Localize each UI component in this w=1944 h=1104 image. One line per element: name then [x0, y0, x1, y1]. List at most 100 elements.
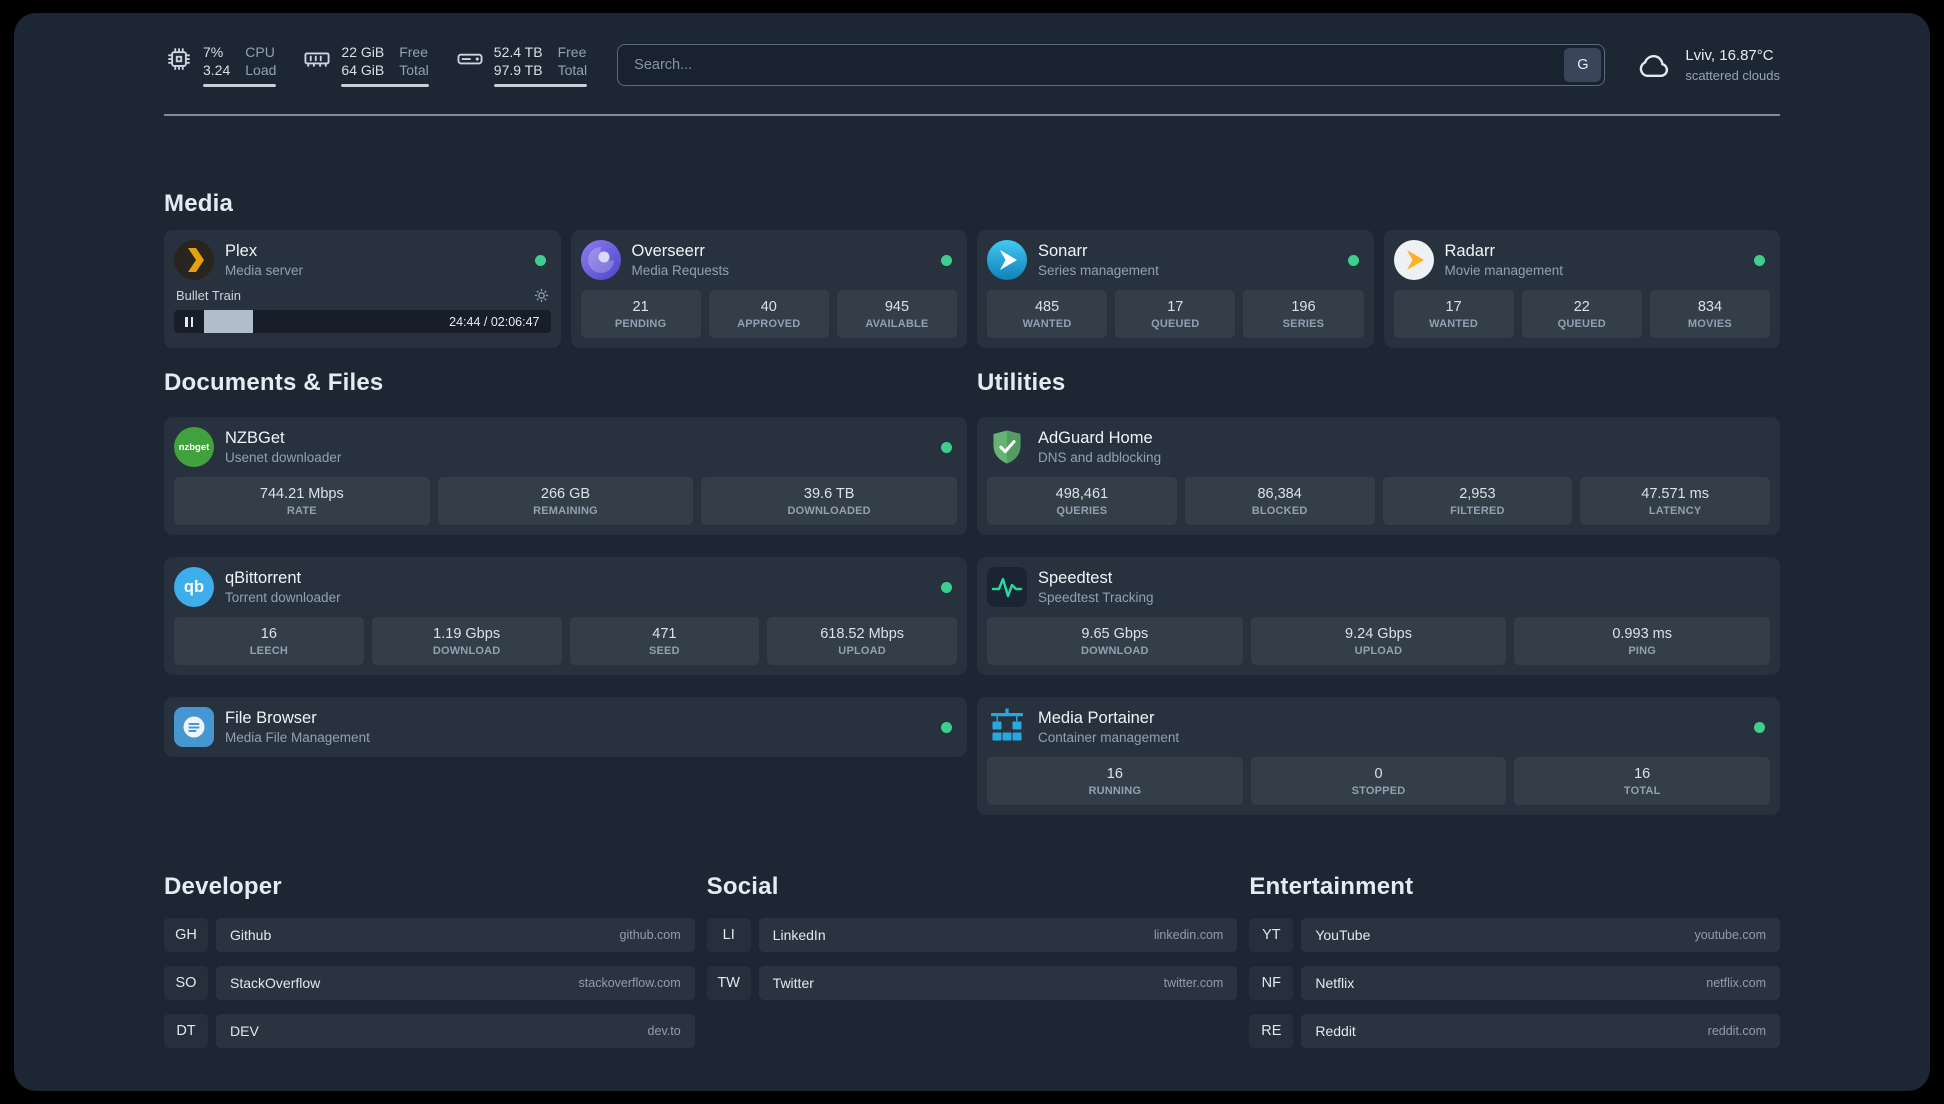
service-name: Radarr — [1444, 242, 1495, 261]
stat-label: LEECH — [249, 645, 289, 658]
bookmark-linkedin[interactable]: LI LinkedIn linkedin.com — [706, 918, 1238, 953]
section-title-social: Social — [706, 873, 779, 901]
nzbget-icon-text: nzbget — [178, 441, 210, 453]
playback-progress-bar[interactable]: 24:44 / 02:06:47 — [174, 310, 551, 334]
stat-label: PING — [1628, 645, 1657, 658]
disk-total-label: Total — [557, 62, 588, 79]
service-name: Media Portainer — [1038, 709, 1155, 728]
stat-label: WANTED — [1429, 318, 1479, 331]
search-input[interactable] — [621, 48, 1565, 83]
bookmark-domain: youtube.com — [1694, 928, 1767, 943]
cpu-load-label: Load — [245, 62, 277, 79]
service-link-plex[interactable]: Plex Media server — [174, 240, 551, 281]
stat-value: 9.65 Gbps — [1081, 626, 1149, 643]
service-link-qbittorrent[interactable]: qb qBittorrent Torrent downloader — [174, 567, 957, 608]
service-desc: Media server — [225, 262, 304, 278]
stat-label: LATENCY — [1648, 505, 1702, 518]
bookmark-name: YouTube — [1315, 927, 1371, 944]
bookmark-name: Netflix — [1315, 975, 1355, 992]
section-documents: Documents & Files nzbget NZBGet Usenet d… — [164, 369, 967, 815]
bookmark-netflix[interactable]: NF Netflix netflix.com — [1249, 966, 1781, 1001]
stat-label: UPLOAD — [1354, 645, 1403, 658]
cpu-percent: 7% — [203, 44, 224, 60]
bookmark-dev[interactable]: DT DEV dev.to — [164, 1014, 695, 1049]
disk-readout: 52.4 TB 97.9 TB Free Total — [493, 43, 588, 88]
status-dot — [941, 441, 952, 453]
bookmark-reddit[interactable]: RE Reddit reddit.com — [1249, 1014, 1781, 1049]
stat-block: 1.19 Gbps DOWNLOAD — [371, 617, 562, 666]
search-bar[interactable]: G — [617, 44, 1606, 87]
bookmark-abbr: RE — [1249, 1014, 1294, 1049]
bookmark-group-social: Social LI LinkedIn linkedin.com TW Twitt… — [706, 873, 1238, 1048]
stat-value: 40 — [760, 299, 777, 316]
cpu-icon — [164, 44, 194, 74]
bookmark-github[interactable]: GH Github github.com — [164, 918, 695, 953]
bookmark-abbr: SO — [164, 966, 208, 1001]
memory-free-label: Free — [399, 44, 429, 60]
stat-label: DOWNLOADED — [787, 505, 871, 518]
section-title-media: Media — [164, 190, 234, 218]
service-card-sonarr: Sonarr Series management 485 WANTED 17 Q… — [977, 230, 1374, 349]
stat-label: BLOCKED — [1251, 505, 1308, 518]
service-link-sonarr[interactable]: Sonarr Series management — [987, 240, 1364, 281]
bookmark-name: Github — [230, 927, 272, 944]
service-link-portainer[interactable]: Media Portainer Container management — [987, 707, 1770, 747]
stat-block: 39.6 TB DOWNLOADED — [701, 477, 958, 526]
bookmark-domain: stackoverflow.com — [578, 976, 681, 991]
bookmark-twitter[interactable]: TW Twitter twitter.com — [706, 966, 1238, 1001]
gear-icon[interactable] — [534, 288, 549, 303]
bookmark-name: Reddit — [1315, 1023, 1356, 1040]
section-title-utilities: Utilities — [977, 369, 1066, 397]
stat-value: 9.24 Gbps — [1345, 626, 1412, 643]
disk-total-value: 97.9 TB — [493, 62, 543, 79]
disk-free-value: 52.4 TB — [493, 44, 543, 60]
stat-block: 266 GB REMAINING — [437, 477, 694, 526]
service-name: AdGuard Home — [1038, 429, 1153, 448]
stat-label: QUEUED — [1557, 318, 1606, 331]
section-title-documents: Documents & Files — [164, 369, 384, 397]
search-provider-button[interactable]: G — [1564, 48, 1602, 83]
service-desc: Speedtest Tracking — [1038, 589, 1154, 605]
overseerr-icon — [580, 240, 621, 281]
service-desc: Media Requests — [631, 262, 730, 278]
bookmark-domain: linkedin.com — [1153, 928, 1224, 943]
now-playing-title: Bullet Train — [176, 288, 242, 304]
service-name: Overseerr — [631, 242, 705, 261]
service-link-adguard[interactable]: AdGuard Home DNS and adblocking — [987, 427, 1770, 467]
service-link-filebrowser[interactable]: File Browser Media File Management — [174, 707, 957, 748]
pause-icon[interactable] — [174, 316, 204, 327]
service-desc: Container management — [1038, 729, 1180, 745]
stat-block: 9.65 Gbps DOWNLOAD — [987, 617, 1243, 666]
stat-value: 498,461 — [1055, 486, 1109, 503]
cpu-readout: 7% 3.24 CPU Load — [203, 43, 277, 88]
stat-block: 618.52 Mbps UPLOAD — [767, 617, 957, 666]
service-desc: DNS and adblocking — [1038, 449, 1162, 465]
service-link-speedtest[interactable]: Speedtest Speedtest Tracking — [987, 567, 1770, 608]
cpu-label: CPU — [245, 44, 275, 60]
service-link-radarr[interactable]: Radarr Movie management — [1393, 240, 1771, 281]
adguard-icon — [987, 427, 1027, 467]
bookmark-stackoverflow[interactable]: SO StackOverflow stackoverflow.com — [164, 966, 695, 1001]
stat-value: 16 — [1634, 766, 1651, 783]
plex-now-playing: Bullet Train 24:44 / 02:06:47 — [174, 288, 551, 334]
stat-block: 16 LEECH — [174, 617, 364, 666]
bookmark-name: StackOverflow — [230, 975, 321, 992]
stat-value: 485 — [1034, 299, 1060, 316]
stat-value: 16 — [260, 626, 277, 643]
disk-icon — [455, 44, 485, 74]
stat-value: 16 — [1106, 766, 1123, 783]
service-card-radarr: Radarr Movie management 17 WANTED 22 QUE… — [1383, 230, 1780, 349]
bookmark-youtube[interactable]: YT YouTube youtube.com — [1249, 918, 1781, 953]
service-link-nzbget[interactable]: nzbget NZBGet Usenet downloader — [174, 427, 957, 468]
stat-block: 498,461 QUERIES — [987, 477, 1177, 526]
disk-widget: 52.4 TB 97.9 TB Free Total — [455, 43, 588, 88]
stat-label: REMAINING — [533, 505, 598, 518]
cloud-icon — [1635, 49, 1673, 81]
status-dot — [941, 721, 952, 733]
stat-label: QUEUED — [1151, 318, 1200, 331]
stat-label: TOTAL — [1623, 785, 1661, 798]
service-link-overseerr[interactable]: Overseerr Media Requests — [580, 240, 958, 281]
cpu-meter — [203, 84, 277, 88]
service-card-portainer: Media Portainer Container management 16 … — [977, 697, 1780, 816]
memory-meter — [341, 84, 429, 88]
